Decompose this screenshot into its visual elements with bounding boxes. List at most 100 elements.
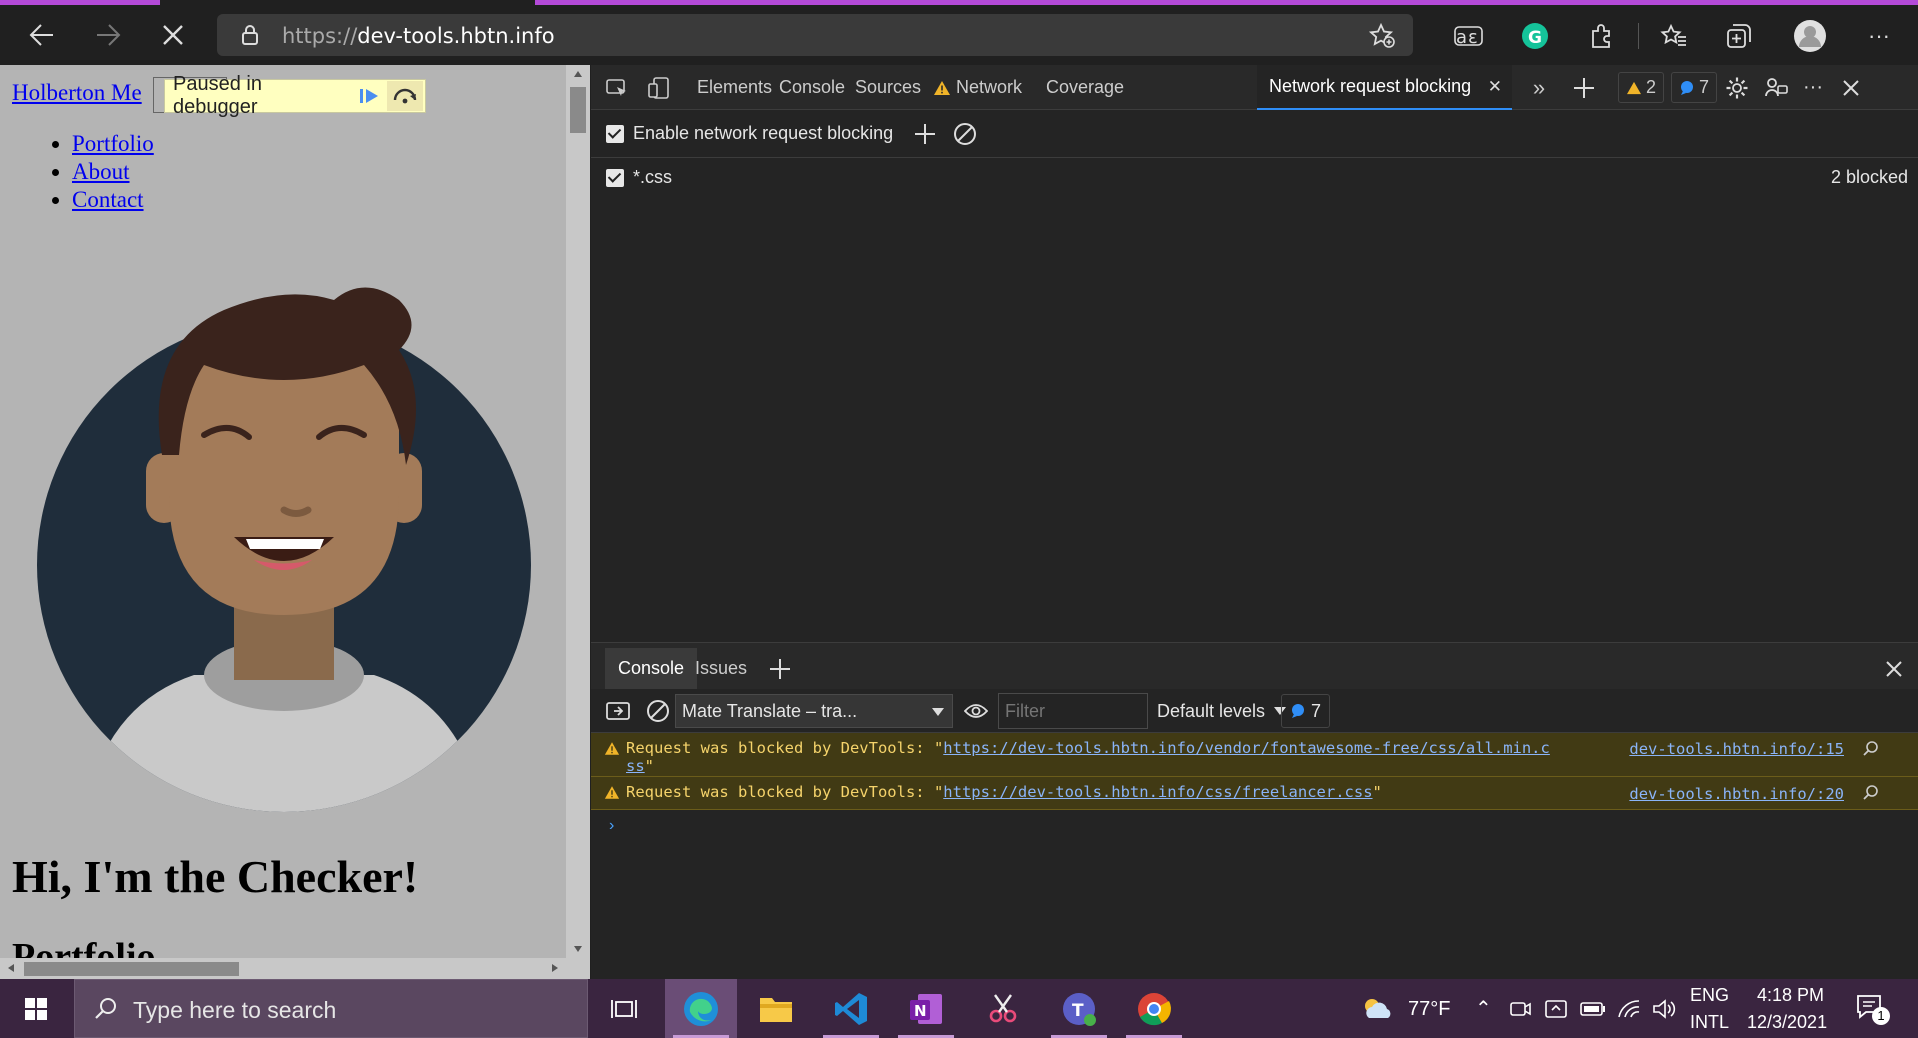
page-horizontal-scrollbar[interactable] <box>0 958 590 979</box>
lock-icon[interactable] <box>239 24 261 46</box>
collections-icon[interactable] <box>1722 20 1756 52</box>
warnings-counter[interactable]: 2 <box>1618 72 1665 103</box>
profile-icon[interactable] <box>1793 20 1827 52</box>
pattern-row[interactable]: *.css 2 blocked <box>591 158 1918 198</box>
device-emulation-icon[interactable] <box>643 65 675 110</box>
nav-link-about[interactable]: About <box>72 159 130 184</box>
page-content: Holberton Me Paused in debugger Portfoli… <box>0 65 566 978</box>
scroll-up-icon[interactable] <box>574 71 582 77</box>
back-icon[interactable] <box>22 15 62 55</box>
search-icon <box>95 998 116 1019</box>
meet-now-icon[interactable] <box>1509 998 1531 1020</box>
battery-icon[interactable] <box>1580 1001 1606 1017</box>
tab-network-request-blocking[interactable]: Network request blocking ✕ <box>1257 65 1512 110</box>
nav-link-contact[interactable]: Contact <box>72 187 144 212</box>
task-view-icon[interactable] <box>588 979 660 1038</box>
search-icon[interactable] <box>1862 784 1880 802</box>
scroll-right-icon[interactable] <box>552 964 558 972</box>
toolbar-divider <box>1638 23 1639 49</box>
add-drawer-tab-icon[interactable] <box>767 648 793 689</box>
scroll-thumb[interactable] <box>24 962 239 976</box>
add-tab-icon[interactable] <box>1569 65 1599 110</box>
page-vertical-scrollbar[interactable] <box>566 65 590 958</box>
feedback-icon[interactable] <box>1761 65 1791 110</box>
more-icon[interactable]: ··· <box>1862 20 1896 52</box>
lang-secondary[interactable]: INTL <box>1690 1012 1729 1033</box>
more-tabs-icon[interactable]: » <box>1524 65 1554 110</box>
onenote-icon[interactable]: N <box>890 979 962 1038</box>
favorite-add-icon[interactable] <box>1369 22 1395 48</box>
console-filter-input[interactable] <box>998 693 1148 729</box>
close-drawer-icon[interactable] <box>1881 648 1907 689</box>
tab-sources[interactable]: Sources <box>843 65 933 110</box>
clear-console-icon[interactable] <box>645 699 671 723</box>
close-tab-icon[interactable]: ✕ <box>1488 77 1502 97</box>
log-levels-dropdown[interactable]: Default levels <box>1157 694 1287 728</box>
warning-text: Request was blocked by DevTools: "https:… <box>626 783 1382 801</box>
immersive-reader-icon[interactable]: aɛ <box>1452 20 1486 52</box>
nav-link-portfolio[interactable]: Portfolio <box>72 131 154 156</box>
vscode-icon[interactable] <box>815 979 887 1038</box>
lang-primary[interactable]: ENG <box>1690 985 1729 1006</box>
address-bar[interactable]: https://dev-tools.hbtn.info <box>217 14 1413 56</box>
site-title-link[interactable]: Holberton Me <box>12 80 142 106</box>
clock-time[interactable]: 4:18 PM <box>1757 985 1824 1006</box>
devtools-panel: Elements Console Sources Network Coverag… <box>591 65 1918 979</box>
blocked-url-link[interactable]: https://dev-tools.hbtn.info/css/freelanc… <box>943 783 1372 801</box>
stop-icon[interactable] <box>153 15 193 55</box>
warning-icon <box>934 80 950 95</box>
search-icon[interactable] <box>1862 740 1880 758</box>
pattern-blocked-count: 2 blocked <box>1830 167 1908 187</box>
volume-icon[interactable] <box>1652 998 1676 1020</box>
wifi-icon[interactable] <box>1617 999 1641 1019</box>
scroll-left-icon[interactable] <box>8 964 14 972</box>
svg-text:N: N <box>914 1002 927 1020</box>
messages-counter[interactable]: 7 <box>1671 72 1718 103</box>
settings-gear-icon[interactable] <box>1722 65 1752 110</box>
blocked-url-link-continued[interactable]: ss <box>626 757 645 775</box>
scroll-thumb[interactable] <box>570 87 586 133</box>
weather-temp[interactable]: 77°F <box>1408 998 1450 1021</box>
resume-icon[interactable] <box>351 81 387 111</box>
console-prompt-icon[interactable]: › <box>609 817 614 835</box>
scroll-down-icon[interactable] <box>574 946 582 952</box>
weather-cloud-icon[interactable] <box>1361 996 1395 1022</box>
console-messages-counter[interactable]: 7 <box>1281 694 1331 728</box>
chrome-icon[interactable] <box>1118 979 1190 1038</box>
enable-blocking-label: Enable network request blocking <box>633 123 894 143</box>
extensions-icon[interactable] <box>1584 20 1618 52</box>
favorites-icon[interactable] <box>1657 20 1691 52</box>
snip-icon[interactable] <box>967 979 1039 1038</box>
page-viewport: Holberton Me Paused in debugger Portfoli… <box>0 65 590 979</box>
add-pattern-icon[interactable] <box>912 121 938 147</box>
grammarly-icon[interactable]: G <box>1518 20 1552 52</box>
context-select[interactable]: Mate Translate – tra... <box>675 694 953 728</box>
clock-date[interactable]: 12/3/2021 <box>1747 1012 1827 1033</box>
message-source-link[interactable]: dev-tools.hbtn.info/:15 <box>1629 740 1844 758</box>
blocked-url-link[interactable]: https://dev-tools.hbtn.info/vendor/fonta… <box>943 739 1550 757</box>
notifications-icon[interactable]: 1 <box>1855 993 1890 1025</box>
pattern-checkbox[interactable] <box>606 169 624 187</box>
close-devtools-icon[interactable] <box>1836 65 1866 110</box>
file-explorer-icon[interactable] <box>740 979 812 1038</box>
message-source-link[interactable]: dev-tools.hbtn.info/:20 <box>1629 785 1844 803</box>
warning-icon <box>1627 81 1641 94</box>
device-sync-icon[interactable] <box>1544 998 1568 1020</box>
tab-network[interactable]: Network <box>921 65 1034 110</box>
windows-start-icon[interactable] <box>0 979 72 1038</box>
inspect-element-icon[interactable] <box>601 65 633 110</box>
taskbar-search-box[interactable]: Type here to search <box>74 979 588 1038</box>
show-sidebar-icon[interactable] <box>605 699 631 723</box>
live-expression-eye-icon[interactable] <box>963 699 989 723</box>
step-over-icon[interactable] <box>387 81 423 111</box>
drawer-tab-issues[interactable]: Issues <box>682 648 760 689</box>
enable-blocking-checkbox[interactable] <box>606 125 624 143</box>
tab-coverage[interactable]: Coverage <box>1034 65 1136 110</box>
url-text[interactable]: https://dev-tools.hbtn.info <box>282 24 555 48</box>
teams-icon[interactable]: T <box>1043 979 1115 1038</box>
chevron-up-icon[interactable]: ⌃ <box>1475 996 1492 1021</box>
clear-patterns-icon[interactable] <box>952 121 978 147</box>
devtools-more-icon[interactable]: ··· <box>1798 65 1828 110</box>
edge-icon[interactable] <box>665 979 737 1038</box>
forward-icon[interactable] <box>88 15 128 55</box>
